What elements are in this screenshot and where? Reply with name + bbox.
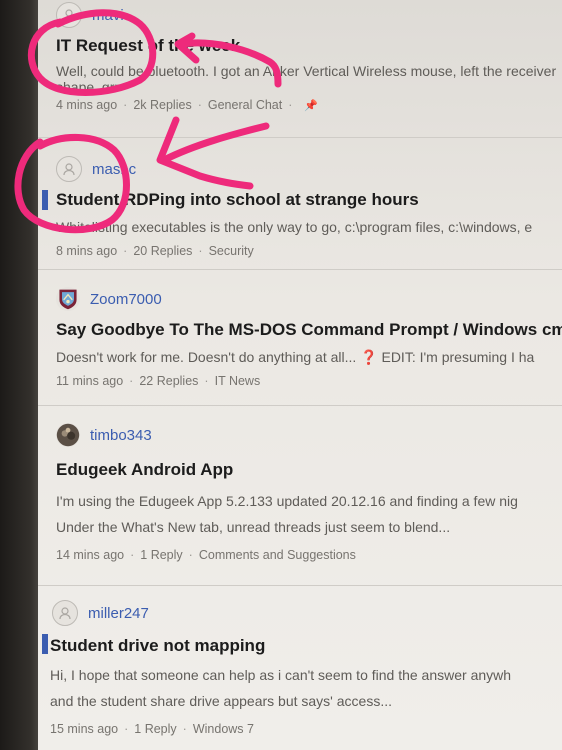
forum-link[interactable]: Comments and Suggestions xyxy=(199,548,356,562)
default-avatar-icon xyxy=(56,156,82,182)
thread-item[interactable]: Zoom7000 Say Goodbye To The MS-DOS Comma… xyxy=(38,270,562,406)
thread-item[interactable]: mavi IT Request of the week Well, could … xyxy=(38,0,562,138)
unread-indicator xyxy=(42,634,48,654)
thread-meta: 4 mins ago · 2k Replies · General Chat ·… xyxy=(56,98,562,112)
thread-time: 15 mins ago xyxy=(50,722,119,736)
thread-meta: 14 mins ago · 1 Reply · Comments and Sug… xyxy=(56,548,562,562)
author-name[interactable]: Zoom7000 xyxy=(90,291,162,308)
thread-item[interactable]: mashc Student RDPing into school at stra… xyxy=(38,138,562,270)
thread-snippet: Well, could be bluetooth. I got an Anker… xyxy=(56,63,557,79)
meta-separator: · xyxy=(130,548,135,562)
thread-snippet-line2: shape, grr xyxy=(56,80,120,92)
thread-snippet-line2: Under the What's New tab, unread threads… xyxy=(56,519,451,535)
thread-snippet-line2: and the student share drive appears but … xyxy=(50,693,392,709)
author-row: miller247 xyxy=(52,598,562,628)
forum-link[interactable]: General Chat xyxy=(208,98,282,112)
thread-snippet: Whitelisting executables is the only way… xyxy=(56,219,533,235)
meta-separator: · xyxy=(123,98,128,112)
default-avatar-icon xyxy=(52,600,78,626)
forum-link[interactable]: IT News xyxy=(215,374,261,388)
author-name[interactable]: miller247 xyxy=(88,605,149,622)
default-avatar-icon xyxy=(56,2,82,28)
reply-count: 2k Replies xyxy=(133,98,192,112)
thread-title[interactable]: Edugeek Android App xyxy=(56,460,562,480)
reply-count: 1 Reply xyxy=(140,548,183,562)
unread-indicator xyxy=(42,190,48,210)
thread-time: 8 mins ago xyxy=(56,244,118,258)
thread-meta: 15 mins ago · 1 Reply · Windows 7 xyxy=(50,722,562,736)
forum-link[interactable]: Security xyxy=(209,244,254,258)
meta-separator: · xyxy=(129,374,134,388)
thread-snippet: I'm using the Edugeek App 5.2.133 update… xyxy=(56,493,518,509)
author-row: mashc xyxy=(56,154,562,184)
author-row: Zoom7000 xyxy=(56,284,562,314)
thread-list: mavi IT Request of the week Well, could … xyxy=(38,0,562,750)
reply-count: 1 Reply xyxy=(134,722,177,736)
meta-separator: · xyxy=(197,98,202,112)
reply-count: 22 Replies xyxy=(139,374,199,388)
user-photo-avatar-icon xyxy=(56,423,80,447)
meta-separator: · xyxy=(182,722,187,736)
meta-separator: · xyxy=(198,244,203,258)
thread-meta: 11 mins ago · 22 Replies · IT News xyxy=(56,374,562,388)
author-row: mavi xyxy=(56,0,562,30)
thread-item[interactable]: miller247 Student drive not mapping Hi, … xyxy=(38,586,562,750)
thread-title[interactable]: IT Request of the week xyxy=(56,36,562,56)
meta-separator: · xyxy=(288,98,293,112)
author-name[interactable]: mashc xyxy=(92,161,136,178)
thread-title[interactable]: Student drive not mapping xyxy=(50,636,562,656)
thread-title[interactable]: Student RDPing into school at strange ho… xyxy=(56,190,562,210)
thread-time: 4 mins ago xyxy=(56,98,118,112)
meta-separator: · xyxy=(124,722,129,736)
thread-meta: 8 mins ago · 20 Replies · Security xyxy=(56,244,562,258)
thread-item[interactable]: timbo343 Edugeek Android App I'm using t… xyxy=(38,406,562,586)
thread-snippet: Doesn't work for me. Doesn't do anything… xyxy=(56,349,535,365)
thread-title[interactable]: Say Goodbye To The MS-DOS Command Prompt… xyxy=(56,320,562,340)
author-name[interactable]: mavi xyxy=(92,7,124,24)
club-crest-avatar-icon xyxy=(56,287,80,311)
pin-icon: 📌 xyxy=(304,99,319,112)
forum-link[interactable]: Windows 7 xyxy=(193,722,254,736)
meta-separator: · xyxy=(188,548,193,562)
thread-time: 14 mins ago xyxy=(56,548,125,562)
reply-count: 20 Replies xyxy=(133,244,193,258)
thread-snippet: Hi, I hope that someone can help as i ca… xyxy=(50,667,512,683)
author-row: timbo343 xyxy=(56,420,562,450)
author-name[interactable]: timbo343 xyxy=(90,427,152,444)
thread-time: 11 mins ago xyxy=(56,374,124,388)
meta-separator: · xyxy=(123,244,128,258)
meta-separator: · xyxy=(204,374,209,388)
